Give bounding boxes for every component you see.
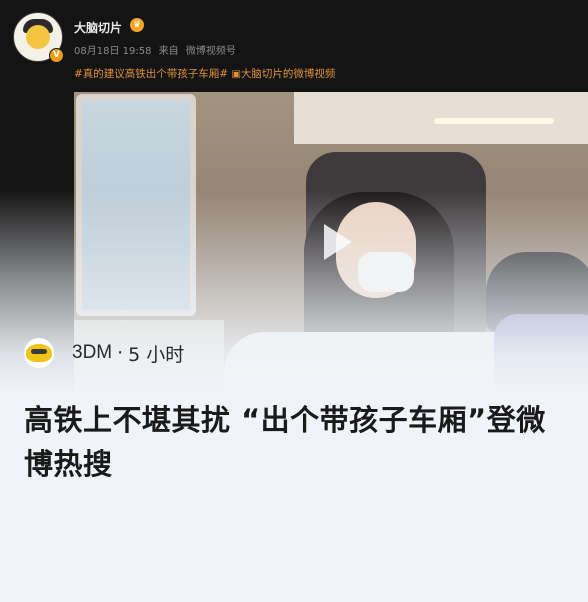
crown-badge-icon: ♛: [130, 18, 144, 32]
time-ago: 5 小时: [128, 343, 185, 366]
news-source: 3DM · 5 小时: [24, 338, 184, 368]
news-avatar-icon: [24, 338, 54, 368]
news-card[interactable]: V 大脑切片 ♛ 08月18日 19:58 来自 微博视频号 #真的建议高铁出个…: [0, 0, 588, 602]
verified-badge-icon: V: [49, 48, 64, 63]
post-date: 08月18日 19:58: [74, 46, 152, 57]
post-from-label: 来自: [158, 46, 179, 57]
post-meta: 08月18日 19:58 来自 微博视频号: [74, 42, 240, 57]
post-hashtags: #真的建议高铁出个带孩子车厢# ▣大脑切片的微博视频: [74, 66, 335, 81]
post-device: 微博视频号: [185, 46, 236, 57]
ceiling-light: [434, 118, 554, 124]
separator: ·: [117, 342, 124, 364]
video-link-icon: ▣: [231, 69, 241, 80]
weibo-username: 大脑切片: [74, 21, 123, 35]
news-headline[interactable]: 高铁上不堪其扰 “出个带孩子车厢”登微博热搜: [24, 398, 554, 486]
hashtag: #真的建议高铁出个带孩子车厢#: [74, 68, 229, 80]
video-link: 大脑切片的微博视频: [240, 68, 336, 80]
source-name: 3DM: [72, 342, 113, 363]
